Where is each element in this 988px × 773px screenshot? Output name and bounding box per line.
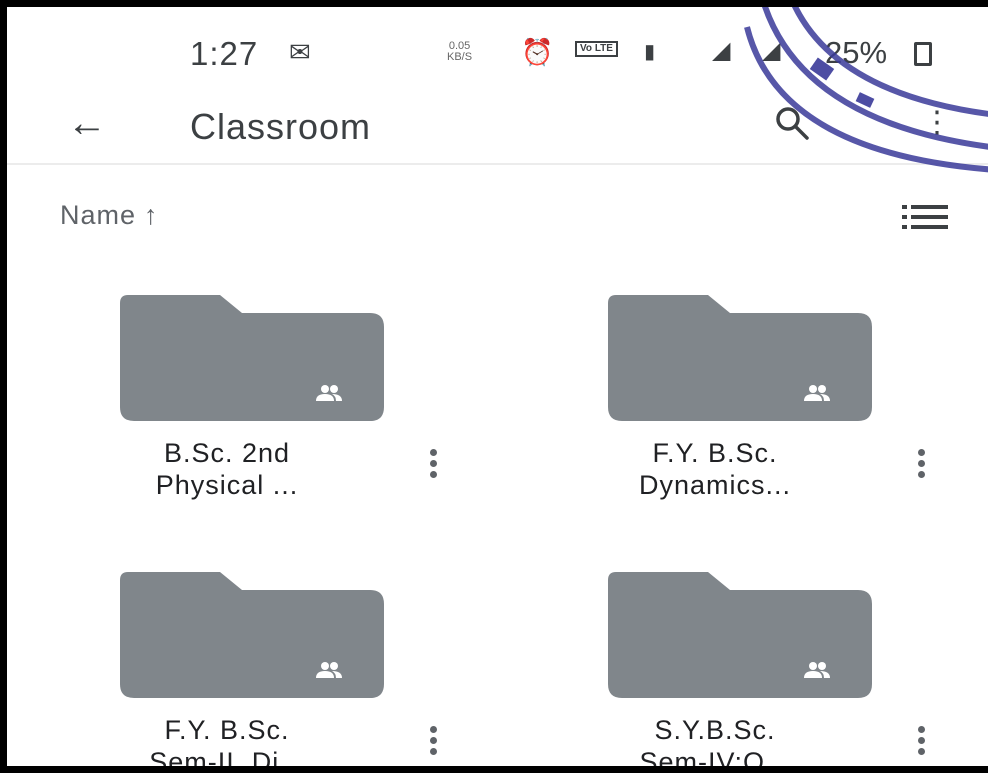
folder-card[interactable]: S.Y.B.Sc. Sem-IV:O...	[495, 572, 925, 773]
arrow-back-icon[interactable]: ←	[67, 101, 107, 146]
shared-folder-icon	[120, 572, 384, 698]
alarm-icon: ⏰	[521, 37, 554, 67]
folder-card[interactable]: F.Y. B.Sc. Dynamics...	[495, 295, 925, 525]
screen-frame: 1:27 ✉ 0.05 KB/S ⏰ Vo LTE ▮ ◢ ◢ 25% ← Cl…	[0, 0, 988, 773]
folder-name-line1: F.Y. B.Sc.	[652, 438, 778, 468]
app-bar: ← Classroom ⋮	[7, 97, 988, 165]
folder-name: B.Sc. 2nd Physical ...	[127, 437, 327, 501]
network-speed: 0.05 KB/S	[447, 41, 472, 63]
signal-icon: ◢	[712, 37, 731, 64]
list-view-icon[interactable]	[902, 202, 948, 232]
shared-folder-icon	[120, 295, 384, 421]
status-time: 1:27	[190, 35, 259, 72]
search-icon[interactable]	[772, 103, 812, 143]
battery-icon	[914, 42, 932, 66]
folder-name: F.Y. B.Sc. Sem-II, Di...	[127, 714, 327, 773]
sort-label: Name	[60, 200, 137, 230]
folder-name: F.Y. B.Sc. Dynamics...	[615, 437, 815, 501]
folder-more-icon[interactable]	[913, 449, 929, 489]
folder-more-icon[interactable]	[913, 726, 929, 766]
folder-name-line1: F.Y. B.Sc.	[164, 715, 290, 745]
volte-icon: Vo LTE	[575, 41, 618, 57]
battery-percent: 25%	[825, 35, 888, 70]
more-icon[interactable]: ⋮	[922, 105, 952, 140]
folder-name: S.Y.B.Sc. Sem-IV:O...	[615, 714, 815, 773]
vibrate-icon: ▮	[644, 41, 656, 63]
folder-name-line2: Physical ...	[155, 470, 299, 500]
folder-name-line2: Sem-II, Di...	[149, 747, 305, 773]
shared-folder-icon	[608, 572, 872, 698]
sort-arrow-up-icon: ↑	[144, 200, 159, 230]
status-bar: 1:27 ✉ 0.05 KB/S ⏰ Vo LTE ▮ ◢ ◢ 25%	[7, 7, 988, 97]
signal-icon-secondary: ◢	[762, 37, 781, 64]
folder-name-line1: S.Y.B.Sc.	[654, 715, 776, 745]
folder-name-line1: B.Sc. 2nd	[163, 438, 291, 468]
folder-name-line2: Sem-IV:O...	[639, 747, 791, 773]
page-title: Classroom	[190, 106, 372, 147]
network-speed-unit: KB/S	[447, 51, 473, 63]
gmail-icon: ✉	[289, 37, 311, 67]
folder-card[interactable]: B.Sc. 2nd Physical ...	[7, 295, 437, 525]
folder-more-icon[interactable]	[425, 449, 441, 489]
sort-row: Name ↑	[7, 192, 988, 242]
folder-name-line2: Dynamics...	[638, 470, 792, 500]
shared-folder-icon	[608, 295, 872, 421]
sort-by-name-button[interactable]: Name ↑	[60, 200, 159, 231]
folder-more-icon[interactable]	[425, 726, 441, 766]
folder-card[interactable]: F.Y. B.Sc. Sem-II, Di...	[7, 572, 437, 773]
